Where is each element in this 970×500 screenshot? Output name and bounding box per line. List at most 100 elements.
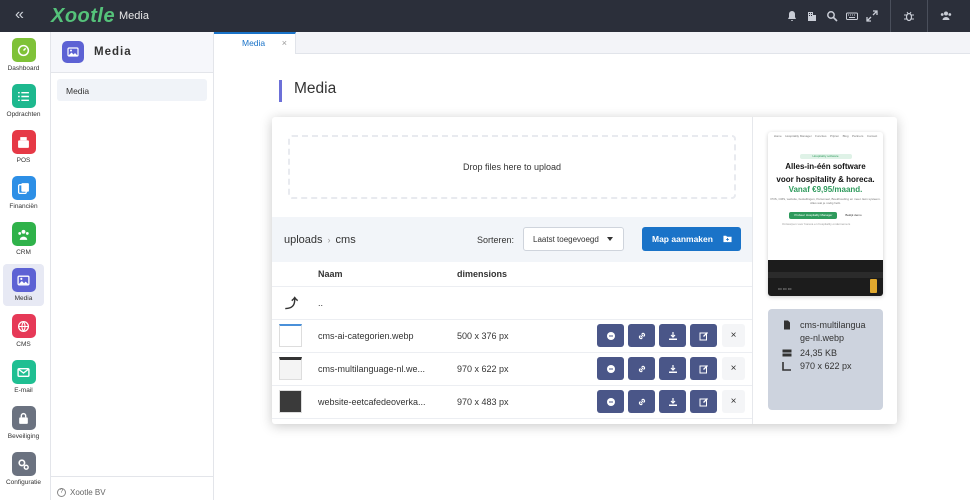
new-folder-button[interactable]: Map aanmaken xyxy=(642,227,741,251)
table-row[interactable]: cms-multilanguage-nl.we... 970 x 622 px … xyxy=(272,352,752,386)
keyboard-icon[interactable] xyxy=(842,6,862,26)
sort-select[interactable]: Laatst toegevoegd xyxy=(523,227,624,251)
preview-dark-bar xyxy=(768,272,883,278)
link-icon xyxy=(638,332,645,339)
cms-icon xyxy=(11,314,36,338)
sidepanel-footer[interactable]: ? Xootle BV xyxy=(51,476,213,500)
rail-item-media[interactable]: Media xyxy=(3,264,44,306)
rail-item-opdrachten[interactable]: Opdrachten xyxy=(3,80,44,122)
app-logo[interactable]: Xootle xyxy=(51,5,115,28)
edit-icon xyxy=(699,364,708,373)
copy-link-button[interactable] xyxy=(628,357,655,380)
download-button[interactable] xyxy=(659,390,686,413)
preview-headline: Alles-in-één software xyxy=(785,162,866,171)
rail-item-dashboard[interactable]: Dashboard xyxy=(3,34,44,76)
rail-item-configuratie[interactable]: Configuratie xyxy=(3,448,44,490)
file-thumbnail[interactable] xyxy=(279,357,302,380)
info-icon xyxy=(606,364,615,373)
image-preview[interactable]: Home Hospitality Manager Functies Prijze… xyxy=(768,132,883,296)
delete-button[interactable]: × xyxy=(722,390,745,413)
link-icon xyxy=(638,365,645,372)
rail-label: POS xyxy=(16,157,31,164)
tab-label: Media xyxy=(242,38,266,48)
finance-icon xyxy=(11,176,36,200)
lock-icon xyxy=(11,406,36,430)
top-bar: « Xootle Media xyxy=(0,0,970,32)
media-icon xyxy=(62,41,84,63)
collapse-sidebar-icon[interactable]: « xyxy=(15,6,24,24)
file-icon xyxy=(782,320,792,330)
rail-item-pos[interactable]: POS xyxy=(3,126,44,168)
tasks-icon xyxy=(11,84,36,108)
info-button[interactable] xyxy=(597,390,624,413)
file-thumbnail[interactable] xyxy=(279,324,302,347)
delete-button[interactable]: × xyxy=(722,357,745,380)
preview-phone-graphic xyxy=(870,279,877,293)
toolbar-divider xyxy=(927,0,928,32)
rail-label: Opdrachten xyxy=(6,111,41,118)
parent-folder-row[interactable]: ⤴ .. xyxy=(272,286,752,320)
download-button[interactable] xyxy=(659,357,686,380)
config-icon xyxy=(11,452,36,476)
rail-item-crm[interactable]: CRM xyxy=(3,218,44,260)
bug-icon[interactable] xyxy=(899,6,919,26)
file-thumbnail[interactable] xyxy=(279,390,302,413)
rail-label: Configuratie xyxy=(5,479,42,486)
close-tab-icon[interactable]: × xyxy=(282,38,287,48)
rail-label: CRM xyxy=(16,249,31,256)
copy-link-button[interactable] xyxy=(628,324,655,347)
bell-icon[interactable] xyxy=(782,6,802,26)
app-title: Media xyxy=(119,10,149,22)
media-toolbar: uploads › cms Sorteren: Laatst toegevoegd … xyxy=(272,217,752,262)
building-icon[interactable] xyxy=(802,6,822,26)
preview-body: POS, CMS, website, bestellingen, Persone… xyxy=(770,197,881,205)
info-icon xyxy=(606,331,615,340)
preview-badge: Hospitality software xyxy=(799,154,852,159)
column-header-dimensions[interactable]: dimensions xyxy=(457,262,597,287)
preview-nav-item: Functies xyxy=(815,134,827,138)
preview-price: Vanaf €9,95/maand. xyxy=(788,185,863,194)
breadcrumb-item[interactable]: cms xyxy=(336,234,356,246)
delete-button[interactable]: × xyxy=(722,324,745,347)
sidepanel-item-media[interactable]: Media xyxy=(57,79,207,101)
preview-headline: voor hospitality & horeca. xyxy=(776,175,875,184)
edit-button[interactable] xyxy=(690,390,717,413)
rail-item-financien[interactable]: Financiën xyxy=(3,172,44,214)
file-dimensions: 970 x 622 px xyxy=(457,352,597,386)
sidepanel-header: Media xyxy=(51,32,213,73)
download-button[interactable] xyxy=(659,324,686,347)
preview-nav-item: Prijzen xyxy=(829,134,840,138)
download-icon xyxy=(668,397,677,406)
expand-icon[interactable] xyxy=(862,6,882,26)
email-icon xyxy=(11,360,36,384)
info-button[interactable] xyxy=(597,324,624,347)
file-info-panel: cms-multilanguage-nl.webp 24,35 KB 970 x… xyxy=(768,309,883,410)
preview-nav-item: Blog xyxy=(842,134,849,138)
file-name: cms-ai-categorien.webp xyxy=(318,319,457,353)
preview-nav-item: Hospitality Manager xyxy=(785,134,812,138)
edit-button[interactable] xyxy=(690,357,717,380)
table-row[interactable]: cms-ai-categorien.webp 500 x 376 px × xyxy=(272,319,752,353)
upload-dropzone[interactable]: Drop files here to upload xyxy=(288,135,736,199)
table-row[interactable]: website-eetcafedeoverka... 970 x 483 px … xyxy=(272,385,752,419)
breadcrumb: uploads › cms xyxy=(284,234,356,246)
media-icon xyxy=(11,268,36,292)
edit-button[interactable] xyxy=(690,324,717,347)
search-icon[interactable] xyxy=(822,6,842,26)
copy-link-button[interactable] xyxy=(628,390,655,413)
sort-label: Sorteren: xyxy=(477,235,515,245)
users-icon[interactable] xyxy=(936,6,956,26)
info-button[interactable] xyxy=(597,357,624,380)
column-header-name[interactable]: Naam xyxy=(318,262,457,287)
tab-media[interactable]: Media × xyxy=(214,32,296,54)
rail-item-email[interactable]: E-mail xyxy=(3,356,44,398)
breadcrumb-item[interactable]: uploads xyxy=(284,234,323,246)
rail-item-cms[interactable]: CMS xyxy=(3,310,44,352)
rail-label: Financiën xyxy=(9,203,38,210)
table-header-row: Naam dimensions xyxy=(272,262,752,287)
file-name: cms-multilanguage-nl.we... xyxy=(318,352,457,386)
tab-strip: Media × xyxy=(214,32,970,54)
link-icon xyxy=(638,398,645,405)
file-dimensions: 500 x 376 px xyxy=(457,319,597,353)
rail-item-beveiliging[interactable]: Beveiliging xyxy=(3,402,44,444)
